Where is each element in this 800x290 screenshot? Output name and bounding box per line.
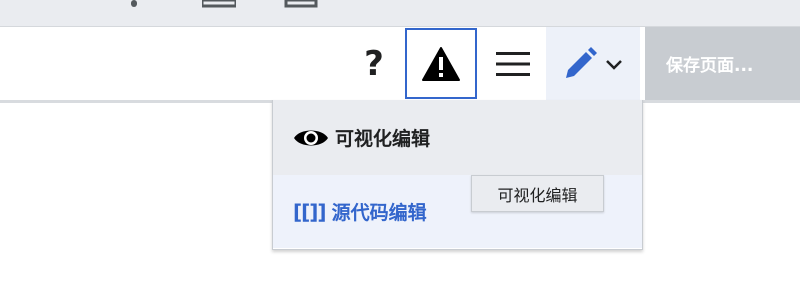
wikitext-brackets-icon: [[]] xyxy=(293,199,327,224)
tooltip: 可视化编辑 xyxy=(471,175,604,212)
help-button[interactable]: ? xyxy=(354,27,394,100)
document-icon xyxy=(284,0,318,8)
edit-mode-switch-button[interactable] xyxy=(546,27,640,100)
source-edit-label: 源代码编辑 xyxy=(331,202,427,224)
tooltip-text: 可视化编辑 xyxy=(497,185,578,205)
page-options-menu-button[interactable] xyxy=(484,27,542,100)
monitor-icon xyxy=(202,0,236,8)
help-icon: ? xyxy=(364,43,384,84)
notices-button[interactable] xyxy=(405,28,477,99)
eye-icon xyxy=(294,130,328,145)
pencil-icon xyxy=(566,46,597,78)
editor-toolbar: ? 保存页面... xyxy=(0,27,800,103)
save-page-button[interactable]: 保存页面... xyxy=(645,27,800,100)
visual-edit-option[interactable]: 可视化编辑 xyxy=(273,100,642,175)
visual-edit-label: 可视化编辑 xyxy=(335,128,431,150)
browser-top-strip xyxy=(0,0,800,27)
alert-icon xyxy=(422,46,460,81)
hamburger-menu-icon xyxy=(496,51,530,76)
save-page-label: 保存页面... xyxy=(666,56,754,76)
pin-icon xyxy=(131,0,137,7)
chevron-down-icon xyxy=(606,59,622,70)
